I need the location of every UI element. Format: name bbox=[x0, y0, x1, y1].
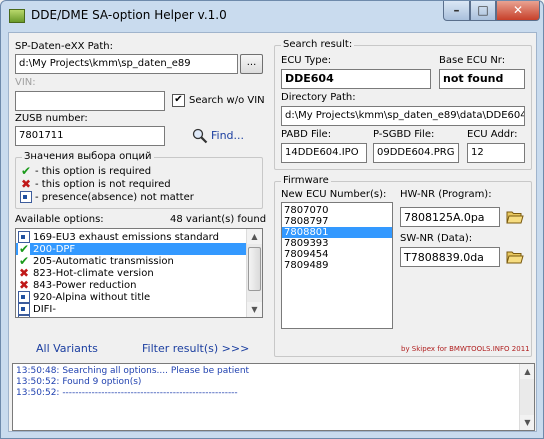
psgbd-label: P-SGBD File: bbox=[373, 129, 435, 140]
option-label: 205-Automatic transmission bbox=[33, 255, 174, 267]
legend-required-text: - this option is required bbox=[35, 165, 152, 177]
option-label: DIFI- bbox=[33, 303, 56, 315]
option-label: 843-Power reduction bbox=[33, 279, 137, 291]
directory-field[interactable]: d:\My Projects\kmm\sp_daten_e89\data\DDE… bbox=[281, 106, 525, 126]
app-icon bbox=[9, 9, 25, 23]
dot-icon bbox=[18, 315, 30, 317]
legend-group: Значения выбора опций ✔ - this option is… bbox=[15, 151, 263, 209]
ecu-addr-label: ECU Addr: bbox=[467, 129, 518, 140]
option-label: DIRU-222 bbox=[33, 316, 81, 318]
hw-field[interactable]: 7808125A.0pa bbox=[400, 207, 500, 227]
firmware-group: Firmware New ECU Number(s): 7807070 78087… bbox=[274, 175, 532, 357]
firmware-title: Firmware bbox=[281, 175, 331, 186]
legend-no-matter: - presence(absence) not matter bbox=[20, 191, 194, 203]
option-label: 200-DPF bbox=[33, 243, 76, 255]
new-ecu-label: New ECU Number(s): bbox=[281, 189, 387, 200]
legend-not-required: ✖ - this option is not required bbox=[20, 178, 171, 190]
dot-icon bbox=[18, 291, 30, 303]
legend-required: ✔ - this option is required bbox=[20, 165, 151, 177]
log-area[interactable]: 13:50:48: Searching all options.... Plea… bbox=[12, 363, 535, 431]
browse-button[interactable]: ... bbox=[240, 54, 263, 74]
check-icon: ✔ bbox=[20, 164, 32, 178]
sp-path-label: SP-Daten-eXX Path: bbox=[15, 41, 113, 52]
pabd-field[interactable]: 14DDE604.IPO bbox=[281, 143, 367, 163]
psgbd-field[interactable]: 09DDE604.PRG bbox=[373, 143, 459, 163]
legend-not-required-text: - this option is not required bbox=[35, 178, 171, 190]
ecu-number-item[interactable]: 7809454 bbox=[282, 249, 392, 260]
ecu-number-item[interactable]: 7809489 bbox=[282, 260, 392, 271]
sw-label: SW-NR (Data): bbox=[400, 233, 473, 244]
pabd-label: PABD File: bbox=[281, 129, 332, 140]
sp-path-field[interactable]: d:\My Projects\kmm\sp_daten_e89 bbox=[15, 54, 238, 74]
filter-results-button[interactable]: Filter result(s) >>> bbox=[142, 342, 249, 355]
sw-field[interactable]: T7808839.0da bbox=[400, 247, 500, 267]
search-wo-vin-label: Search w/o VIN bbox=[189, 95, 265, 106]
open-hw-folder-icon[interactable] bbox=[506, 210, 524, 224]
scroll-thumb[interactable] bbox=[248, 247, 261, 291]
all-variants-button[interactable]: All Variants bbox=[36, 342, 98, 355]
ecu-type-label: ECU Type: bbox=[281, 55, 332, 66]
log-line: 13:50:52: Found 9 option(s) bbox=[16, 377, 142, 387]
maximize-button[interactable]: □ bbox=[470, 1, 496, 21]
search-result-title: Search result: bbox=[281, 39, 355, 50]
option-label: 169-EU3 exhaust emissions standard bbox=[33, 231, 219, 243]
hw-label: HW-NR (Program): bbox=[400, 189, 492, 200]
log-line: 13:50:48: Searching all options.... Plea… bbox=[16, 366, 250, 376]
ecu-number-item[interactable]: 7808801 bbox=[282, 227, 392, 238]
open-sw-folder-icon[interactable] bbox=[506, 250, 524, 264]
log-scrollbar[interactable]: ▲ ▼ bbox=[519, 364, 534, 430]
dot-icon bbox=[20, 191, 32, 203]
base-ecu-field[interactable]: not found bbox=[439, 69, 525, 89]
legend-title: Значения выбора опций bbox=[22, 151, 154, 162]
scroll-up-icon[interactable]: ▲ bbox=[247, 229, 262, 244]
option-item[interactable]: 920-Alpina without title bbox=[16, 291, 262, 303]
option-item[interactable]: ✖ 843-Power reduction bbox=[16, 279, 262, 291]
log-scroll-down-icon[interactable]: ▼ bbox=[520, 415, 534, 430]
magnifier-icon[interactable] bbox=[192, 128, 208, 144]
ecu-number-list[interactable]: 7807070 7808797 7808801 7809393 7809454 78094… bbox=[281, 202, 393, 329]
cross-icon: ✖ bbox=[20, 177, 32, 191]
option-item[interactable]: ✔ 205-Automatic transmission bbox=[16, 255, 262, 267]
zusb-label: ZUSB number: bbox=[15, 113, 88, 124]
available-options-label: Available options: bbox=[15, 214, 104, 225]
vin-label: VIN: bbox=[15, 77, 36, 88]
find-link[interactable]: Find... bbox=[211, 129, 244, 142]
main-panel: SP-Daten-eXX Path: d:\My Projects\kmm\sp… bbox=[8, 32, 537, 432]
option-item[interactable]: 169-EU3 exhaust emissions standard bbox=[16, 231, 262, 243]
log-scroll-up-icon[interactable]: ▲ bbox=[520, 364, 534, 379]
options-list[interactable]: 169-EU3 exhaust emissions standard ✔ 200-D… bbox=[15, 228, 263, 318]
option-label: 823-Hot-climate version bbox=[33, 267, 154, 279]
search-result-group: Search result: ECU Type: DDE604 Base ECU… bbox=[274, 39, 532, 170]
cross-icon: ✖ bbox=[18, 278, 30, 292]
dot-icon bbox=[18, 303, 30, 315]
app-window: DDE/DME SA-option Helper v.1.0 – □ ✕ SP-… bbox=[0, 0, 544, 439]
variants-found-count: 48 variant(s) found bbox=[170, 214, 267, 225]
log-line: 13:50:52: ------------------------------… bbox=[16, 388, 238, 398]
credit-text: by Skipex for BMWTOOLS.INFO 2011 bbox=[401, 345, 530, 353]
zusb-field[interactable]: 7801711 bbox=[15, 126, 165, 146]
options-scrollbar[interactable]: ▲ ▼ bbox=[246, 229, 262, 317]
option-item[interactable]: DIFI- bbox=[16, 303, 262, 315]
directory-label: Directory Path: bbox=[281, 92, 356, 103]
window-title: DDE/DME SA-option Helper v.1.0 bbox=[31, 8, 227, 22]
ecu-number-item[interactable]: 7808797 bbox=[282, 216, 392, 227]
scroll-down-icon[interactable]: ▼ bbox=[247, 302, 262, 317]
base-ecu-label: Base ECU Nr: bbox=[439, 55, 506, 66]
close-button[interactable]: ✕ bbox=[496, 1, 540, 21]
ecu-number-item[interactable]: 7807070 bbox=[282, 205, 392, 216]
ecu-addr-field[interactable]: 12 bbox=[467, 143, 525, 163]
option-item[interactable]: ✔ 200-DPF bbox=[16, 243, 262, 255]
vin-field[interactable] bbox=[15, 91, 165, 111]
option-label: 920-Alpina without title bbox=[33, 291, 151, 303]
legend-no-matter-text: - presence(absence) not matter bbox=[35, 191, 194, 203]
option-item[interactable]: DIRU-222 bbox=[16, 315, 262, 318]
search-wo-vin-checkbox[interactable]: ✔ bbox=[172, 94, 185, 107]
option-item[interactable]: ✖ 823-Hot-climate version bbox=[16, 267, 262, 279]
title-bar[interactable]: DDE/DME SA-option Helper v.1.0 – □ ✕ bbox=[1, 1, 543, 31]
ecu-number-item[interactable]: 7809393 bbox=[282, 238, 392, 249]
ecu-type-field[interactable]: DDE604 bbox=[281, 69, 431, 89]
minimize-button[interactable]: – bbox=[443, 1, 470, 21]
